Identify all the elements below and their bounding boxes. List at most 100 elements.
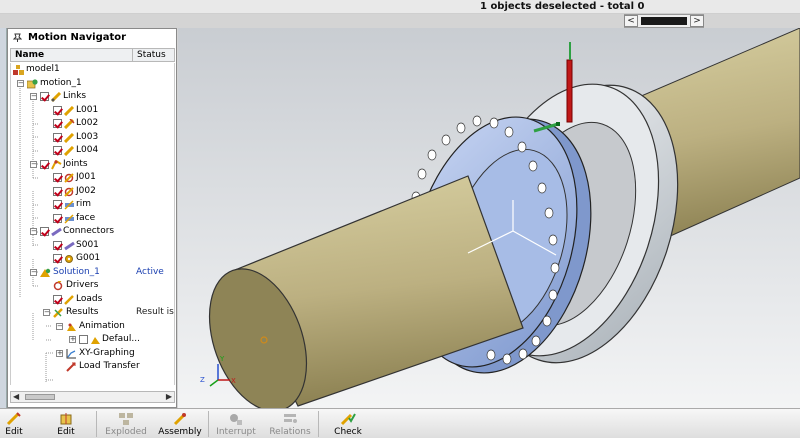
tree-item-j001[interactable]: J001 [11,171,174,185]
scroll-thumb[interactable] [25,394,55,400]
tree-label: Links [63,91,87,101]
resource-bar[interactable] [0,28,7,408]
animation-icon [91,337,100,344]
expand-toggle[interactable]: + [69,336,76,343]
connectors-icon [51,227,62,237]
tree-label: Drivers [66,280,99,290]
graph-icon [66,348,76,358]
collapse-toggle[interactable]: − [30,93,37,100]
gear-icon [65,255,73,263]
visibility-checkbox[interactable] [40,92,49,101]
pin-icon[interactable] [13,33,22,42]
tree-item-l001[interactable]: L001 [11,104,174,118]
visibility-checkbox[interactable] [53,186,62,196]
simulation-icon [27,78,38,88]
assembly-button[interactable]: Assembly [150,411,210,438]
edit-button-2[interactable]: Edit [36,411,96,438]
visibility-checkbox[interactable] [53,173,62,182]
column-name-header[interactable]: Name [15,49,44,61]
tree-item-l004[interactable]: L004 [11,144,174,158]
tree-label: L003 [76,131,99,142]
tree-item-l003[interactable]: L003 [11,131,174,145]
toolbar-label: Check [334,427,362,437]
navigator-scrollbar[interactable]: ◀ ▶ [10,391,175,403]
tree-item-s001[interactable]: S001 [11,239,174,253]
tree-item-load-transfer[interactable]: Load Transfer [11,360,174,374]
collapse-toggle[interactable]: − [30,228,37,235]
model-scene[interactable]: Z X Y [178,28,800,408]
tree-item-motion-1[interactable]: − motion_1 [11,77,174,91]
motion-toolbar: Edit Edit Exploded Assembly Interrupt Re… [0,408,800,438]
navigator-title-bar: Motion Navigator [8,29,176,46]
column-header[interactable]: Name Status [10,48,175,62]
tree-item-results[interactable]: − Results Result is [11,306,174,320]
tree-item-connectors[interactable]: − Connectors [11,225,174,239]
collapse-toggle[interactable]: − [56,322,63,330]
visibility-checkbox[interactable] [40,159,49,169]
scroll-left-button[interactable]: < [624,15,638,27]
triad-z-label: Z [200,376,205,384]
visibility-checkbox[interactable] [53,119,62,128]
tree-item-model1[interactable]: model1 [11,63,174,77]
visibility-checkbox[interactable] [53,132,62,142]
tree-label: Results [66,307,99,317]
tree-item-joints[interactable]: − Joints [11,158,174,172]
visibility-checkbox[interactable] [53,240,62,250]
interrupt-button[interactable]: Interrupt [206,411,266,438]
link-icon [64,105,75,116]
visibility-checkbox[interactable] [53,146,62,155]
revolute-joint-icon [64,173,74,183]
spring-icon [64,241,75,250]
expand-toggle[interactable]: + [56,349,63,357]
motion-navigator-panel: Motion Navigator Name Status model1 − mo… [7,28,177,408]
scroll-right-icon[interactable]: ▶ [166,393,172,401]
toolbar-label: Exploded [105,427,147,437]
tree-item-rim[interactable]: rim [11,198,174,212]
tree-item-animation[interactable]: − Animation [11,320,174,334]
tree-label: Defaul... [102,334,140,344]
tree-label: L001 [76,104,99,115]
tree-label: Loads [76,293,103,304]
visibility-checkbox[interactable] [53,213,62,223]
motion-tree: model1 − motion_1 − Links L001 L002 L003… [10,63,175,385]
visibility-checkbox[interactable] [53,105,62,115]
tree-label: J001 [76,172,96,182]
toolbar-label: Interrupt [216,427,256,437]
tree-item-default[interactable]: + Defaul... [11,333,174,347]
check-button[interactable]: Check [318,411,378,438]
visibility-checkbox[interactable] [53,294,62,304]
scroll-left-icon[interactable]: ◀ [13,393,19,401]
horizontal-scrollbar[interactable]: < > [624,14,704,28]
visibility-checkbox[interactable] [79,335,88,344]
solution-icon [40,268,51,277]
navigator-title: Motion Navigator [28,32,127,43]
constraint-icon [64,200,74,210]
graphics-viewport[interactable]: Z X Y [178,28,800,408]
tree-label: motion_1 [40,77,82,88]
relations-icon [284,414,297,423]
tree-item-solution-1[interactable]: − Solution_1 Active [11,266,174,280]
column-status-header[interactable]: Status [132,49,166,61]
scroll-right-button[interactable]: > [690,15,704,27]
visibility-checkbox[interactable] [53,254,62,263]
tree-item-j002[interactable]: J002 [11,185,174,199]
relations-button[interactable]: Relations [260,411,320,438]
collapse-toggle[interactable]: − [43,309,50,316]
tree-item-face[interactable]: face [11,212,174,226]
collapse-toggle[interactable]: − [30,160,37,168]
tree-item-l002[interactable]: L002 [11,117,174,131]
visibility-checkbox[interactable] [53,200,62,209]
tree-item-links[interactable]: − Links [11,90,174,104]
scroll-thumb[interactable] [641,17,687,25]
tree-status: Result is [136,307,174,317]
results-icon [53,308,63,318]
collapse-toggle[interactable]: − [17,79,24,87]
load-transfer-icon [66,362,76,372]
tree-item-g001[interactable]: G001 [11,252,174,266]
visibility-checkbox[interactable] [40,227,49,236]
tree-item-loads[interactable]: Loads [11,293,174,307]
tree-item-drivers[interactable]: Drivers [11,279,174,293]
exploded-button[interactable]: Exploded [96,411,156,438]
collapse-toggle[interactable]: − [30,268,37,276]
tree-item-xy-graphing[interactable]: + XY-Graphing [11,347,174,361]
